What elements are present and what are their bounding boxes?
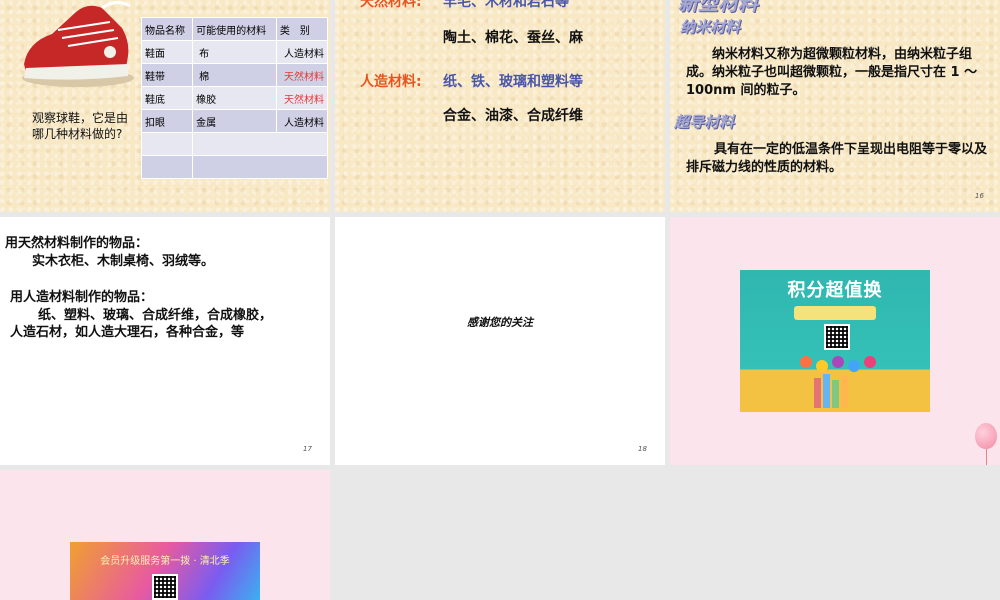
balloon-icon (975, 423, 997, 449)
slide-thumbnail-7[interactable]: 会员升级服务第一拨 · 清北季 (0, 470, 330, 600)
cell-item: 鞋底 (140, 86, 194, 110)
artificial-items-2: 合金、油漆、合成纤维 (443, 108, 583, 124)
promo-subtitle-strip (794, 306, 876, 320)
table-row-empty (140, 155, 328, 179)
table-row-empty (140, 132, 328, 156)
vip-upgrade-banner: 会员升级服务第一拨 · 清北季 (70, 542, 260, 600)
nano-paragraph: 纳米材料又称为超微颗粒材料，由纳米粒子组成。纳米粒子也叫超微颗粒，一般是指尺寸在… (686, 47, 978, 98)
artificial-items-list-2: 人造石材，如人造大理石，各种合金，等 (10, 325, 245, 340)
cell-category: 天然材料 (275, 63, 329, 87)
cell-category: 人造材料 (275, 109, 329, 133)
promo-title: 积分超值换 (787, 280, 883, 301)
books-icon (814, 374, 848, 408)
slide-thumbnail-6[interactable]: 积分超值换 (670, 217, 1000, 465)
superconductor-heading: 超导材料 (674, 113, 735, 131)
natural-items-2: 陶土、棉花、蚕丝、麻 (443, 30, 583, 46)
sneaker-image (22, 1, 134, 87)
artificial-label: 人造材料: (360, 74, 422, 90)
natural-items-list: 实木衣柜、木制桌椅、羽绒等。 (32, 254, 215, 269)
table-row: 鞋面 布 人造材料 (140, 40, 329, 64)
table-row: 鞋底 橡胶 天然材料 (140, 86, 329, 110)
page-number: 18 (638, 445, 647, 453)
header-category: 类 别 (275, 17, 329, 41)
header-item: 物品名称 (140, 17, 194, 41)
cell-category: 人造材料 (275, 40, 329, 64)
table-row: 鞋带 棉 天然材料 (140, 63, 329, 87)
cell-material: 布 (192, 40, 277, 64)
superconductor-paragraph: 具有在一定的低温条件下呈现出电阻等于零以及排斥磁力线的性质的材料。 (686, 142, 988, 175)
cell-item: 鞋面 (140, 40, 194, 64)
slide-thumbnail-3[interactable]: 新型材料 纳米材料 纳米材料又称为超微颗粒材料，由纳米粒子组成。纳米粒子也叫超微… (670, 0, 1000, 212)
page-number: 16 (975, 192, 984, 200)
artificial-items: 纸、铁、玻璃和塑料等 (443, 74, 583, 90)
vip-text: 会员升级服务第一拨 · 清北季 (100, 556, 230, 567)
slide-thumbnail-5[interactable]: 感谢您的关注 18 (335, 217, 665, 465)
materials-table: 物品名称 可能使用的材料 类 别 鞋面 布 人造材料 鞋带 棉 天然材料 鞋底 … (140, 17, 329, 179)
natural-items: 羊毛、木材和岩石等 (443, 0, 569, 10)
cell-category: 天然材料 (275, 86, 329, 110)
points-promo-banner: 积分超值换 (740, 270, 930, 412)
cell-item: 扣眼 (140, 109, 194, 133)
qr-code-icon (824, 324, 850, 350)
promo-dot (800, 356, 812, 368)
qr-code-icon (152, 574, 178, 600)
artificial-items-heading: 用人造材料制作的物品： (10, 290, 154, 305)
balloon-string (986, 449, 987, 465)
page-number: 17 (303, 445, 312, 453)
table-header-row: 物品名称 可能使用的材料 类 别 (140, 17, 329, 41)
cell-item: 鞋带 (140, 63, 194, 87)
cell-material: 棉 (192, 63, 277, 87)
natural-label: 天然材料: (360, 0, 422, 10)
natural-items-heading: 用天然材料制作的物品： (5, 236, 149, 251)
slide-title: 新型材料 (678, 0, 758, 15)
cell-material: 橡胶 (192, 86, 277, 110)
header-material: 可能使用的材料 (192, 17, 277, 41)
promo-dot (864, 356, 876, 368)
sneaker-question: 观察球鞋，它是由哪几种材料做的? (32, 111, 129, 141)
cell-material: 金属 (192, 109, 277, 133)
slide-thumbnail-2[interactable]: 天然材料: 羊毛、木材和岩石等 陶土、棉花、蚕丝、麻 人造材料: 纸、铁、玻璃和… (335, 0, 665, 212)
thanks-text: 感谢您的关注 (467, 316, 533, 329)
promo-dot (832, 356, 844, 368)
slide-thumbnail-4[interactable]: 用天然材料制作的物品： 实木衣柜、木制桌椅、羽绒等。 用人造材料制作的物品： 纸… (0, 217, 330, 465)
nano-heading: 纳米材料 (680, 18, 741, 36)
table-row: 扣眼 金属 人造材料 (140, 109, 329, 133)
slide-thumbnail-1[interactable]: 观察球鞋，它是由哪几种材料做的? 物品名称 可能使用的材料 类 别 鞋面 布 人… (0, 0, 330, 212)
